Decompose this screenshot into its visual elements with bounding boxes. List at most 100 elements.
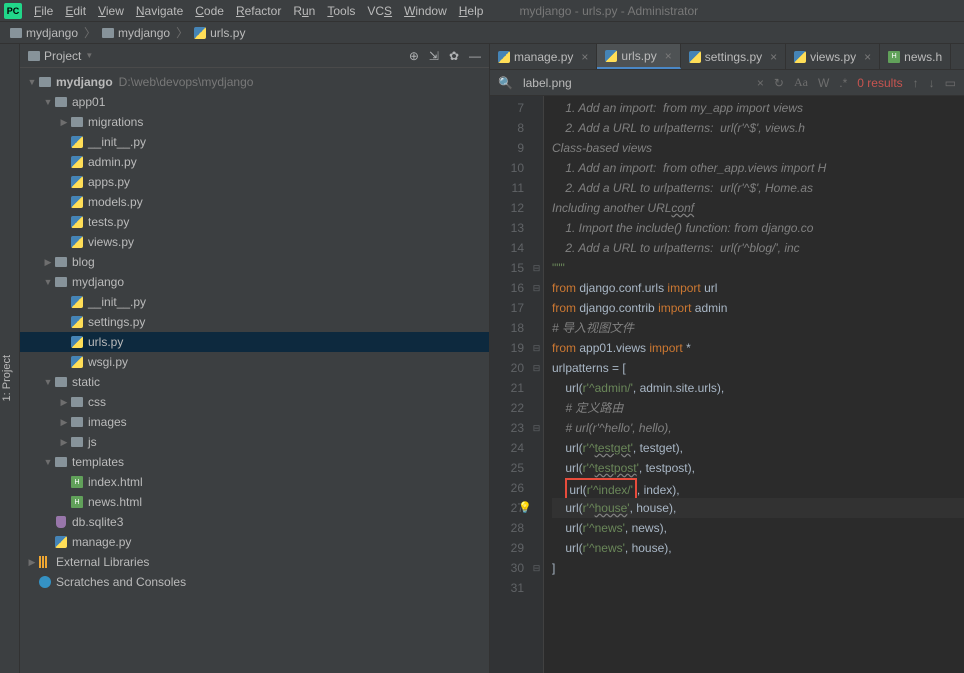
python-file-icon: [194, 27, 206, 39]
tree-file[interactable]: admin.py: [20, 152, 489, 172]
tree-file[interactable]: db.sqlite3: [20, 512, 489, 532]
tree-folder[interactable]: ▶blog: [20, 252, 489, 272]
python-file-icon: [605, 50, 617, 62]
regex-icon[interactable]: .*: [839, 76, 847, 90]
folder-icon: [55, 257, 67, 267]
python-file-icon: [71, 316, 83, 328]
tree-folder[interactable]: ▼mydjango: [20, 272, 489, 292]
menu-vcs[interactable]: VCS: [361, 2, 398, 20]
hide-icon[interactable]: —: [469, 49, 481, 63]
find-input[interactable]: label.png: [523, 76, 663, 90]
search-icon[interactable]: 🔍: [498, 76, 513, 90]
panel-header: Project ▼ ⊕ ⇲ ✿ —: [20, 44, 489, 68]
tree-root[interactable]: ▼mydjangoD:\web\devops\mydjango: [20, 72, 489, 92]
tree-file[interactable]: Hnews.html: [20, 492, 489, 512]
crumb-mid[interactable]: mydjango: [98, 26, 174, 40]
collapse-icon[interactable]: ⇲: [429, 49, 439, 63]
tree-file-selected[interactable]: urls.py: [20, 332, 489, 352]
python-file-icon: [71, 136, 83, 148]
close-icon[interactable]: ×: [665, 49, 672, 63]
tree-external-libs[interactable]: ▶External Libraries: [20, 552, 489, 572]
locate-icon[interactable]: ⊕: [409, 49, 419, 63]
history-icon[interactable]: ↻: [774, 76, 784, 90]
tab-views[interactable]: views.py×: [786, 44, 880, 69]
tree-file[interactable]: settings.py: [20, 312, 489, 332]
tree-scratches[interactable]: Scratches and Consoles: [20, 572, 489, 592]
tree-file[interactable]: wsgi.py: [20, 352, 489, 372]
chevron-down-icon[interactable]: ▼: [85, 51, 93, 60]
python-file-icon: [71, 196, 83, 208]
tree-file[interactable]: views.py: [20, 232, 489, 252]
tab-settings[interactable]: settings.py×: [681, 44, 786, 69]
tree-folder[interactable]: ▶css: [20, 392, 489, 412]
tree-file[interactable]: tests.py: [20, 212, 489, 232]
tree-file[interactable]: manage.py: [20, 532, 489, 552]
code-editor[interactable]: 7891011121314151617181920212223242526272…: [490, 96, 964, 673]
prev-match-icon[interactable]: ↑: [913, 76, 919, 90]
next-match-icon[interactable]: ↓: [929, 76, 935, 90]
crumb-file[interactable]: urls.py: [190, 26, 249, 40]
python-file-icon: [55, 536, 67, 548]
menu-code[interactable]: Code: [189, 2, 230, 20]
python-file-icon: [689, 51, 701, 63]
python-file-icon: [71, 156, 83, 168]
tool-window-stripe[interactable]: 1: Project: [0, 44, 20, 673]
code-lines[interactable]: 1. Add an import: from my_app import vie…: [544, 96, 964, 673]
intention-bulb-icon[interactable]: url(r'^house', house),: [552, 498, 964, 518]
tree-folder[interactable]: ▶migrations: [20, 112, 489, 132]
tree-folder[interactable]: ▼templates: [20, 452, 489, 472]
find-results: 0 results: [857, 76, 902, 90]
tree-file[interactable]: __init__.py: [20, 292, 489, 312]
find-bar: 🔍 label.png × ↻ Aa W .* 0 results ↑ ↓ ▭: [490, 70, 964, 96]
project-tree[interactable]: ▼mydjangoD:\web\devops\mydjango ▼app01 ▶…: [20, 68, 489, 673]
words-icon[interactable]: W: [818, 76, 829, 90]
html-file-icon: H: [888, 51, 900, 63]
menu-view[interactable]: View: [92, 2, 130, 20]
tab-urls[interactable]: urls.py×: [597, 44, 680, 69]
folder-icon: [71, 437, 83, 447]
menu-help[interactable]: Help: [453, 2, 490, 20]
folder-icon: [55, 97, 67, 107]
tab-news[interactable]: Hnews.h: [880, 44, 951, 69]
tree-file[interactable]: apps.py: [20, 172, 489, 192]
gear-icon[interactable]: ✿: [449, 49, 459, 63]
python-file-icon: [71, 236, 83, 248]
close-icon[interactable]: ×: [581, 50, 588, 64]
editor-area: manage.py× urls.py× settings.py× views.p…: [490, 44, 964, 673]
tree-folder[interactable]: ▼app01: [20, 92, 489, 112]
database-icon: [56, 516, 66, 528]
chevron-right-icon: 〉: [84, 24, 96, 41]
tree-folder[interactable]: ▶images: [20, 412, 489, 432]
project-tool-tab[interactable]: 1: Project: [1, 355, 13, 401]
menu-bar: PC File Edit View Navigate Code Refactor…: [0, 0, 964, 22]
panel-title: Project: [44, 49, 81, 63]
tree-folder[interactable]: ▶js: [20, 432, 489, 452]
match-case-icon[interactable]: Aa: [794, 75, 808, 90]
menu-window[interactable]: Window: [398, 2, 453, 20]
tab-manage[interactable]: manage.py×: [490, 44, 597, 69]
python-file-icon: [498, 51, 510, 63]
html-file-icon: H: [71, 496, 83, 508]
menu-navigate[interactable]: Navigate: [130, 2, 189, 20]
tree-file[interactable]: Hindex.html: [20, 472, 489, 492]
menu-file[interactable]: File: [28, 2, 59, 20]
python-file-icon: [71, 176, 83, 188]
menu-refactor[interactable]: Refactor: [230, 2, 287, 20]
editor-tabs: manage.py× urls.py× settings.py× views.p…: [490, 44, 964, 70]
folder-icon: [71, 397, 83, 407]
tree-file[interactable]: __init__.py: [20, 132, 489, 152]
tree-folder[interactable]: ▼static: [20, 372, 489, 392]
folder-icon: [55, 377, 67, 387]
crumb-root[interactable]: mydjango: [6, 26, 82, 40]
library-icon: [39, 556, 51, 568]
folder-icon: [102, 28, 114, 38]
menu-edit[interactable]: Edit: [59, 2, 92, 20]
close-icon[interactable]: ×: [864, 50, 871, 64]
close-icon[interactable]: ×: [770, 50, 777, 64]
tree-file[interactable]: models.py: [20, 192, 489, 212]
select-all-icon[interactable]: ▭: [945, 76, 956, 90]
menu-run[interactable]: Run: [287, 2, 321, 20]
menu-tools[interactable]: Tools: [321, 2, 361, 20]
folder-icon: [71, 417, 83, 427]
clear-icon[interactable]: ×: [757, 76, 764, 90]
